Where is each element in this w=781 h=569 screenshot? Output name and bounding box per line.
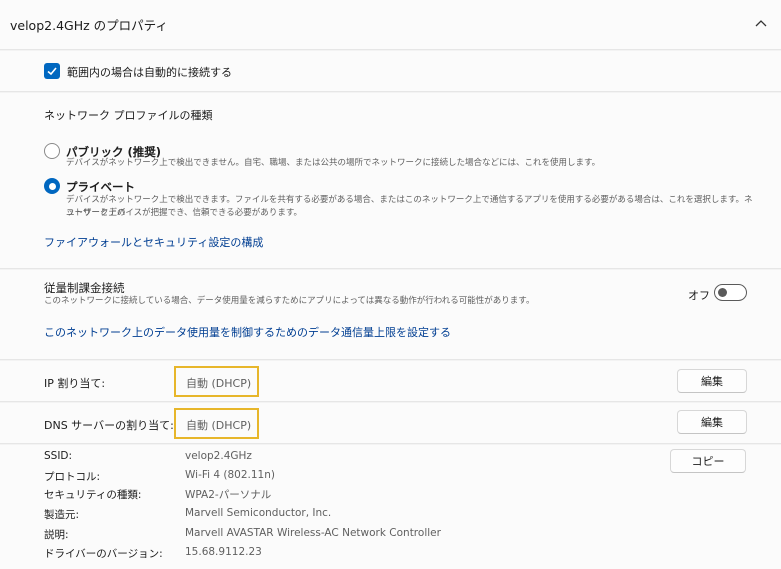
ip-edit-button[interactable]: 編集: [677, 369, 747, 393]
dns-edit-button[interactable]: 編集: [677, 410, 747, 434]
metered-connection-section: 従量制課金接続 このネットワークに接続している場合、データ使用量を減らすためにア…: [0, 270, 781, 360]
properties-header[interactable]: velop2.4GHz のプロパティ: [0, 0, 781, 50]
autoconnect-section: 範囲内の場合は自動的に接続する: [0, 51, 781, 92]
private-title: プライベート: [66, 180, 135, 194]
info-value-protocol: Wi-Fi 4 (802.11n): [185, 469, 275, 481]
info-value-manufacturer: Marvell Semiconductor, Inc.: [185, 507, 332, 519]
metered-toggle[interactable]: [714, 284, 747, 301]
checkmark-icon: [47, 67, 57, 76]
toggle-knob: [718, 288, 727, 297]
info-label-ssid: SSID:: [44, 450, 73, 462]
info-value-security: WPA2-パーソナル: [185, 489, 272, 501]
private-desc-line2: ユーザーとデバイスが把握でき、信頼できる必要があります。: [66, 208, 302, 218]
info-label-description: 説明:: [44, 529, 69, 541]
ip-assignment-row: IP 割り当て: 自動 (DHCP) 編集: [0, 361, 781, 402]
network-profile-section: ネットワーク プロファイルの種類 パブリック (推奨) デバイスがネットワーク上…: [0, 93, 781, 269]
chevron-up-icon[interactable]: [753, 16, 769, 32]
info-label-protocol: プロトコル:: [44, 471, 101, 483]
autoconnect-checkbox[interactable]: [44, 63, 60, 79]
public-radio[interactable]: [44, 143, 60, 159]
public-desc: デバイスがネットワーク上で検出できません。自宅、職場、または公共の場所でネットワ…: [66, 158, 601, 168]
autoconnect-label: 範囲内の場合は自動的に接続する: [67, 66, 232, 79]
metered-desc: このネットワークに接続している場合、データ使用量を減らすためにアプリによっては異…: [44, 296, 535, 306]
firewall-settings-link[interactable]: ファイアウォールとセキュリティ設定の構成: [44, 234, 263, 250]
ip-assignment-value: 自動 (DHCP): [174, 366, 259, 397]
info-label-manufacturer: 製造元:: [44, 509, 80, 521]
ip-assignment-label: IP 割り当て:: [44, 377, 106, 390]
copy-button[interactable]: コピー: [670, 449, 746, 473]
metered-toggle-label: オフ: [688, 289, 710, 302]
info-value-description: Marvell AVASTAR Wireless-AC Network Cont…: [185, 527, 441, 539]
profile-heading: ネットワーク プロファイルの種類: [44, 109, 213, 122]
info-value-ssid: velop2.4GHz: [185, 450, 252, 462]
dns-assignment-value: 自動 (DHCP): [174, 408, 259, 439]
network-info-section: SSID: velop2.4GHz プロトコル: Wi-Fi 4 (802.11…: [0, 445, 781, 569]
info-label-security: セキュリティの種類:: [44, 489, 142, 501]
dns-assignment-label: DNS サーバーの割り当て:: [44, 419, 174, 432]
info-label-driver-version: ドライバーのバージョン:: [44, 548, 163, 560]
info-value-driver-version: 15.68.9112.23: [185, 546, 262, 558]
data-limit-link[interactable]: このネットワーク上のデータ使用量を制御するためのデータ通信量上限を設定する: [44, 324, 451, 340]
page-title: velop2.4GHz のプロパティ: [10, 18, 168, 33]
private-radio[interactable]: [44, 178, 60, 194]
dns-assignment-row: DNS サーバーの割り当て: 自動 (DHCP) 編集: [0, 403, 781, 444]
